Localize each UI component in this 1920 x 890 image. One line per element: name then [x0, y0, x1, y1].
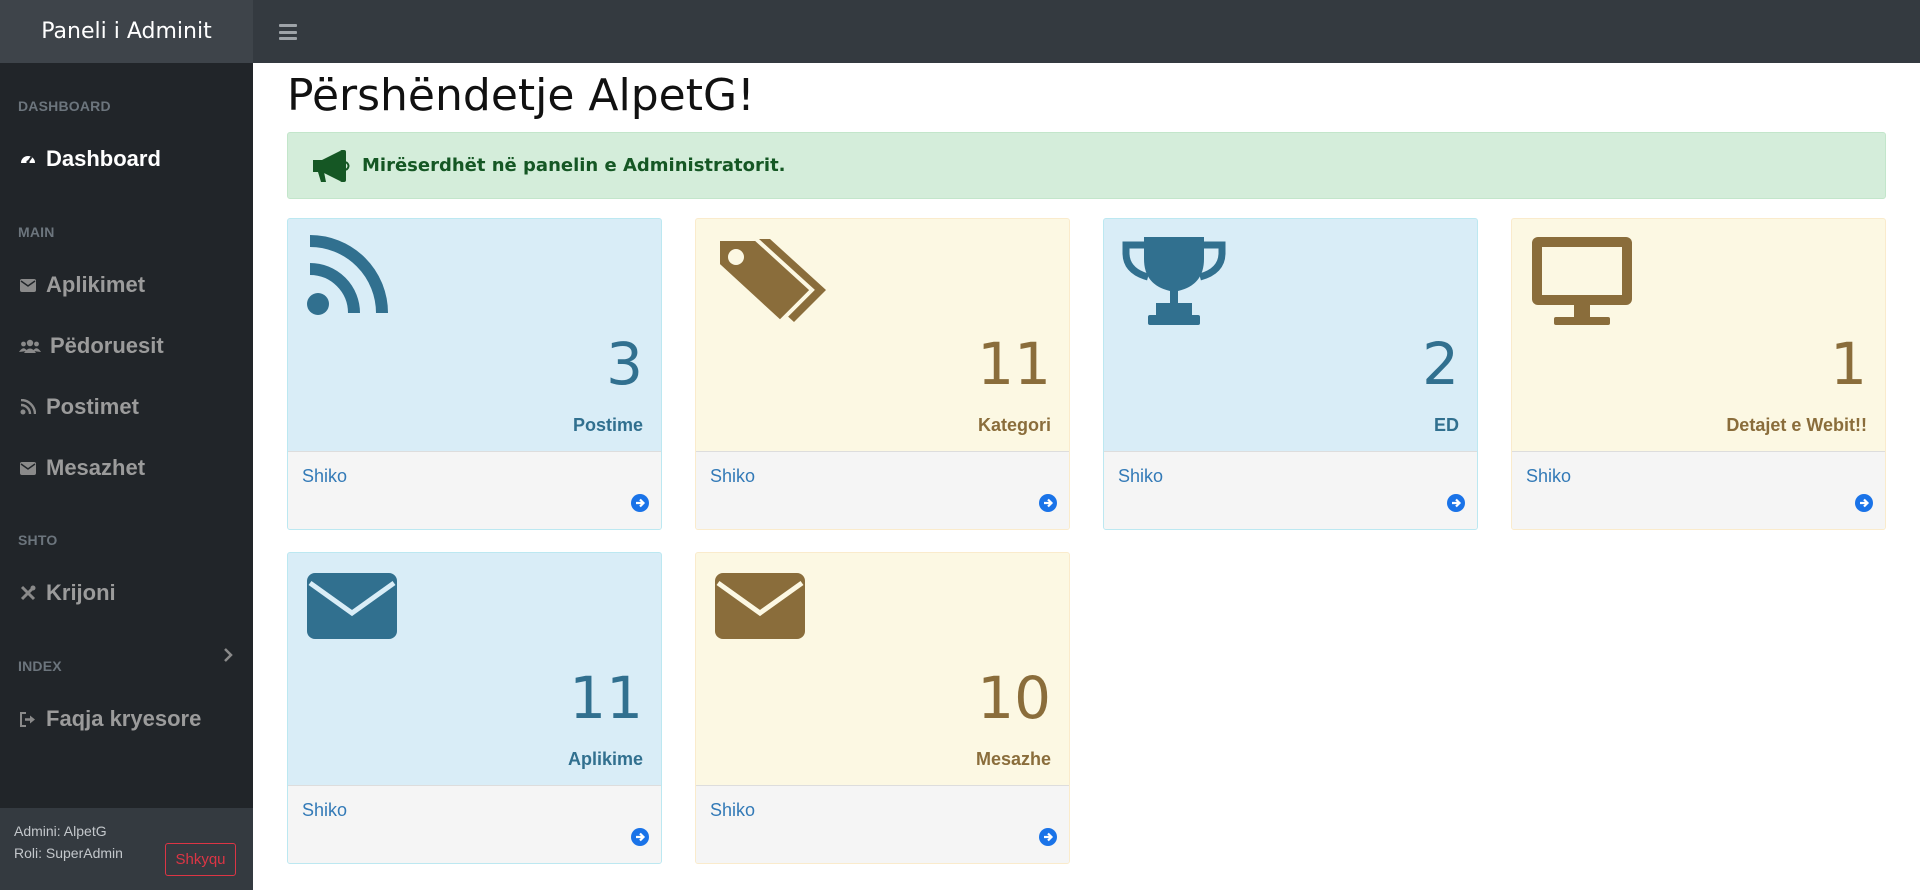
stat-label: Postime: [572, 415, 643, 435]
welcome-alert: Mirëserdhët në panelin e Administratorit…: [287, 132, 1886, 199]
sidebar-item-label: Dashboard: [46, 146, 161, 171]
view-link[interactable]: Shiko: [1526, 466, 1571, 487]
card-footer: Shiko: [696, 785, 1069, 863]
stat-count: 1: [1830, 330, 1867, 398]
arrow-circle-right-icon[interactable]: [1039, 828, 1057, 846]
view-link[interactable]: Shiko: [710, 800, 755, 821]
sidebar-heading-shto: SHTO: [18, 532, 58, 548]
logout-button[interactable]: Shkyqu: [165, 843, 236, 876]
alert-text: Mirëserdhët në panelin e Administratorit…: [362, 155, 786, 176]
tags-icon: [716, 237, 826, 325]
rss-icon: [307, 235, 388, 315]
arrow-circle-right-icon[interactable]: [631, 828, 649, 846]
sidebar: DASHBOARD Dashboard MAIN Aplikimet Pëdor…: [0, 63, 253, 808]
sidebar-heading-dashboard: DASHBOARD: [18, 98, 111, 114]
stat-card-kategori: 11 Kategori Shiko: [695, 218, 1070, 530]
sidebar-item-label: Faqja kryesore: [46, 706, 202, 731]
arrow-circle-right-icon[interactable]: [1447, 494, 1465, 512]
stat-card-ed: 2 ED Shiko: [1103, 218, 1478, 530]
wrench-icon: [18, 583, 38, 603]
sidebar-item-label: Aplikimet: [46, 272, 146, 297]
stat-card-postime: 3 Postime Shiko: [287, 218, 662, 530]
stat-count: 10: [977, 664, 1051, 732]
admin-name: Admini: AlpetG: [14, 823, 107, 839]
bars-icon[interactable]: [276, 20, 300, 44]
stat-card-mesazhe: 10 Mesazhe Shiko: [695, 552, 1070, 864]
card-footer: Shiko: [1512, 451, 1885, 529]
sidebar-item-postimet[interactable]: Postimet: [18, 394, 139, 420]
page-title: Përshëndetje AlpetG!: [287, 70, 755, 121]
arrow-circle-right-icon[interactable]: [1039, 494, 1057, 512]
brand-title[interactable]: Paneli i Adminit: [0, 0, 253, 63]
envelope-icon: [18, 458, 38, 478]
sidebar-item-krijoni[interactable]: Krijoni: [18, 580, 116, 606]
sign-out-icon: [18, 709, 38, 729]
bullhorn-icon: [313, 149, 350, 182]
stat-label: Mesazhe: [975, 749, 1051, 769]
trophy-icon: [1122, 237, 1226, 325]
envelope-icon: [715, 573, 805, 639]
sidebar-item-label: Krijoni: [46, 580, 116, 605]
rss-icon: [18, 397, 38, 417]
sidebar-item-mesazhet[interactable]: Mesazhet: [18, 455, 145, 481]
stat-count: 11: [977, 330, 1051, 398]
arrow-circle-right-icon[interactable]: [631, 494, 649, 512]
arrow-circle-right-icon[interactable]: [1855, 494, 1873, 512]
stat-label: ED: [1433, 415, 1459, 435]
card-footer: Shiko: [288, 451, 661, 529]
sidebar-heading-index: INDEX: [18, 658, 62, 674]
desktop-icon: [1532, 237, 1632, 325]
sidebar-item-faqja-kryesore[interactable]: Faqja kryesore: [18, 706, 201, 732]
stat-card-aplikime: 11 Aplikime Shiko: [287, 552, 662, 864]
stat-count: 3: [606, 330, 643, 398]
card-footer: Shiko: [696, 451, 1069, 529]
view-link[interactable]: Shiko: [1118, 466, 1163, 487]
card-footer: Shiko: [1104, 451, 1477, 529]
sidebar-item-label: Pëdoruesit: [50, 333, 164, 358]
stat-label: Detajet e Webit!!: [1726, 415, 1867, 435]
stat-count: 11: [569, 664, 643, 732]
view-link[interactable]: Shiko: [302, 466, 347, 487]
view-link[interactable]: Shiko: [302, 800, 347, 821]
stat-label: Aplikime: [567, 749, 643, 769]
chevron-right-icon[interactable]: [222, 646, 234, 664]
users-icon: [18, 336, 42, 356]
top-navbar: Paneli i Adminit: [0, 0, 1920, 63]
card-footer: Shiko: [288, 785, 661, 863]
stat-label: Kategori: [977, 415, 1051, 435]
sidebar-item-label: Mesazhet: [46, 455, 146, 480]
envelope-icon: [307, 573, 397, 639]
sidebar-item-aplikimet[interactable]: Aplikimet: [18, 272, 145, 298]
sidebar-heading-main: MAIN: [18, 224, 55, 240]
sidebar-item-perdoruesit[interactable]: Pëdoruesit: [18, 333, 164, 359]
sidebar-item-dashboard[interactable]: Dashboard: [18, 146, 161, 172]
view-link[interactable]: Shiko: [710, 466, 755, 487]
tachometer-icon: [18, 149, 38, 169]
stat-count: 2: [1422, 330, 1459, 398]
sidebar-footer: Admini: AlpetG Roli: SuperAdmin Shkyqu: [0, 808, 253, 890]
admin-role: Roli: SuperAdmin: [14, 845, 123, 861]
stat-card-detajet: 1 Detajet e Webit!! Shiko: [1511, 218, 1886, 530]
envelope-icon: [18, 275, 38, 295]
sidebar-item-label: Postimet: [46, 394, 139, 419]
